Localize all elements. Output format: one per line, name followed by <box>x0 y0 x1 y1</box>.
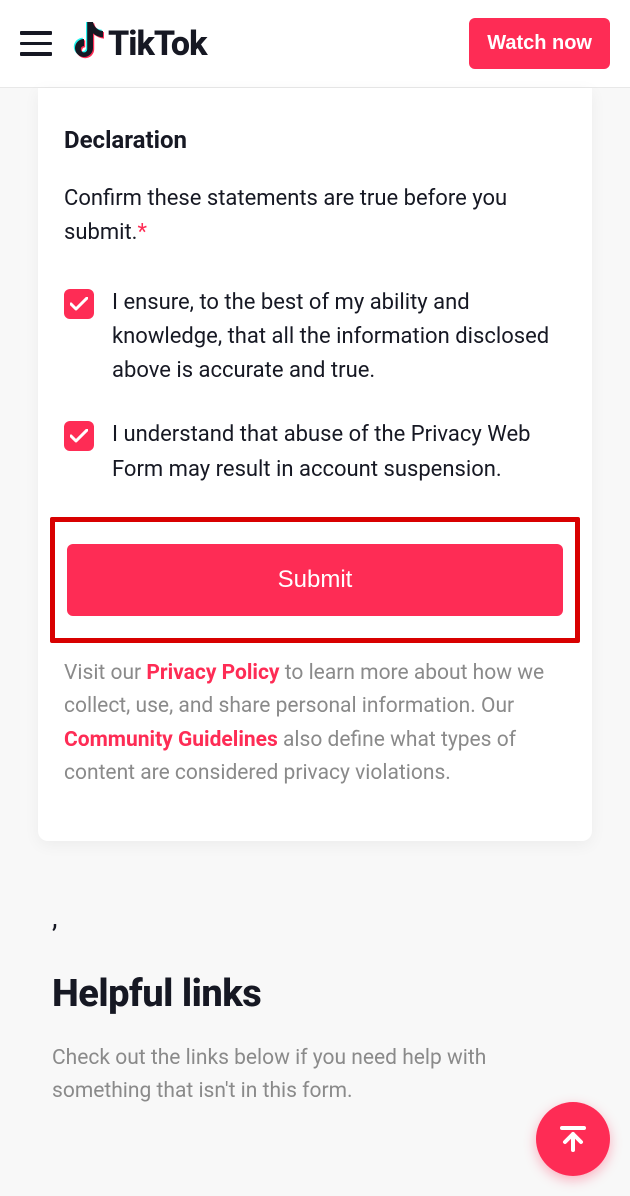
helpful-links-desc: Check out the links below if you need he… <box>52 1042 578 1107</box>
scroll-to-top-button[interactable] <box>536 1102 610 1176</box>
helpful-links-section: , Helpful links Check out the links belo… <box>52 901 578 1107</box>
privacy-policy-link[interactable]: Privacy Policy <box>146 661 279 685</box>
check-icon <box>70 297 88 311</box>
checkbox-label: I understand that abuse of the Privacy W… <box>112 418 566 486</box>
app-header: TikTok Watch now <box>0 0 630 88</box>
required-mark: * <box>137 220 146 245</box>
declaration-item: I understand that abuse of the Privacy W… <box>64 418 566 486</box>
community-guidelines-link[interactable]: Community Guidelines <box>64 728 278 752</box>
checkbox-abuse[interactable] <box>64 421 94 451</box>
check-icon <box>70 429 88 443</box>
submit-highlight-box: Submit <box>50 517 580 643</box>
music-note-icon <box>66 22 104 66</box>
watch-now-button[interactable]: Watch now <box>469 18 610 69</box>
helpful-links-title: Helpful links <box>52 972 578 1016</box>
tiktok-logo[interactable]: TikTok <box>66 22 206 66</box>
declaration-title: Declaration <box>64 126 566 154</box>
menu-icon[interactable] <box>20 31 52 56</box>
footer-note: Visit our Privacy Policy to learn more a… <box>64 657 566 791</box>
checkbox-label: I ensure, to the best of my ability and … <box>112 286 566 388</box>
logo-text: TikTok <box>108 24 206 64</box>
checkbox-accuracy[interactable] <box>64 289 94 319</box>
declaration-card: Declaration Confirm these statements are… <box>38 88 592 841</box>
stray-text: , <box>52 901 578 934</box>
header-left: TikTok <box>20 22 206 66</box>
submit-button[interactable]: Submit <box>67 544 563 616</box>
arrow-up-to-line-icon <box>556 1122 590 1156</box>
declaration-desc: Confirm these statements are true before… <box>64 182 566 250</box>
declaration-item: I ensure, to the best of my ability and … <box>64 286 566 388</box>
